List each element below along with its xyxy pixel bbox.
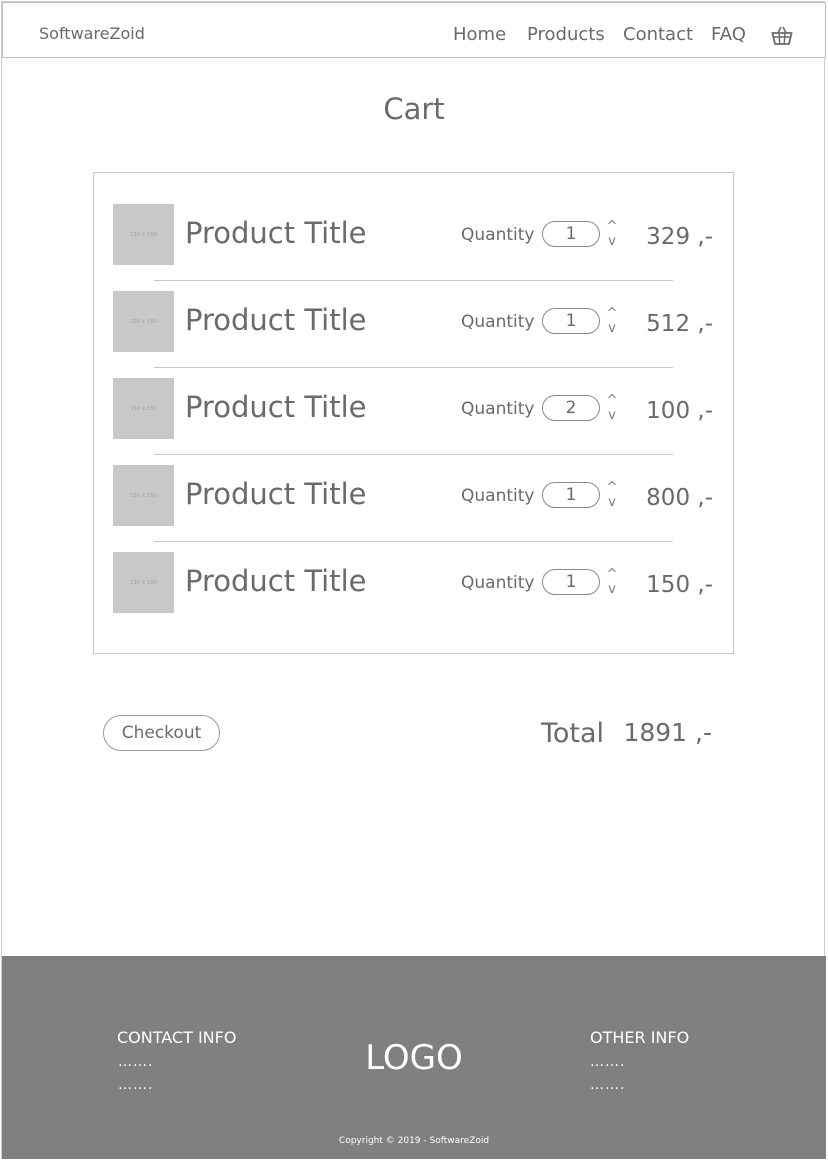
- decrease-quantity-icon[interactable]: v: [606, 322, 618, 335]
- product-image-placeholder: 150 × 150: [113, 378, 174, 439]
- copyright: Copyright © 2019 - SoftwareZoid: [338, 1136, 490, 1146]
- quantity-label: Quantity: [461, 573, 535, 593]
- total-label: Total: [541, 718, 605, 749]
- item-price: 150 ,-: [646, 572, 713, 598]
- other-info-line: …….: [590, 1077, 626, 1093]
- increase-quantity-icon[interactable]: ^: [606, 394, 618, 407]
- row-divider: [154, 367, 673, 368]
- quantity-input[interactable]: [542, 569, 600, 595]
- cart-item: 150 × 150 Product Title Quantity ^ v 100…: [94, 378, 735, 440]
- item-price: 100 ,-: [646, 398, 713, 424]
- total-value: 1891 ,-: [623, 718, 712, 747]
- brand-name[interactable]: SoftwareZoid: [39, 24, 145, 43]
- cart-item: 150 × 150 Product Title Quantity ^ v 150…: [94, 552, 735, 614]
- product-image-placeholder: 150 × 150: [113, 465, 174, 526]
- top-navigation-bar: SoftwareZoid Home Products Contact FAQ: [2, 2, 826, 58]
- decrease-quantity-icon[interactable]: v: [606, 409, 618, 422]
- quantity-stepper: ^ v: [606, 307, 618, 338]
- product-title[interactable]: Product Title: [185, 390, 366, 424]
- increase-quantity-icon[interactable]: ^: [606, 568, 618, 581]
- quantity-input[interactable]: [542, 221, 600, 247]
- quantity-stepper: ^ v: [606, 481, 618, 512]
- product-title[interactable]: Product Title: [185, 564, 366, 598]
- quantity-label: Quantity: [461, 399, 535, 419]
- row-divider: [154, 280, 673, 281]
- other-info-heading: OTHER INFO: [590, 1028, 690, 1047]
- footer-logo: LOGO: [365, 1038, 463, 1078]
- row-divider: [154, 541, 673, 542]
- nav-faq[interactable]: FAQ: [711, 24, 746, 45]
- decrease-quantity-icon[interactable]: v: [606, 235, 618, 248]
- increase-quantity-icon[interactable]: ^: [606, 220, 618, 233]
- quantity-label: Quantity: [461, 312, 535, 332]
- increase-quantity-icon[interactable]: ^: [606, 307, 618, 320]
- quantity-label: Quantity: [461, 225, 535, 245]
- decrease-quantity-icon[interactable]: v: [606, 583, 618, 596]
- cart-item: 150 × 150 Product Title Quantity ^ v 512…: [94, 291, 735, 353]
- increase-quantity-icon[interactable]: ^: [606, 481, 618, 494]
- product-title[interactable]: Product Title: [185, 303, 366, 337]
- page-title: Cart: [383, 92, 445, 126]
- footer: CONTACT INFO ……. ……. LOGO OTHER INFO …….…: [2, 956, 826, 1159]
- row-divider: [154, 454, 673, 455]
- product-title[interactable]: Product Title: [185, 477, 366, 511]
- cart-item: 150 × 150 Product Title Quantity ^ v 800…: [94, 465, 735, 527]
- quantity-stepper: ^ v: [606, 394, 618, 425]
- item-price: 800 ,-: [646, 485, 713, 511]
- decrease-quantity-icon[interactable]: v: [606, 496, 618, 509]
- nav-products[interactable]: Products: [527, 24, 605, 45]
- quantity-input[interactable]: [542, 395, 600, 421]
- product-image-placeholder: 150 × 150: [113, 204, 174, 265]
- quantity-label: Quantity: [461, 486, 535, 506]
- basket-icon[interactable]: [771, 26, 793, 46]
- product-image-placeholder: 150 × 150: [113, 291, 174, 352]
- product-image-placeholder: 150 × 150: [113, 552, 174, 613]
- nav-contact[interactable]: Contact: [623, 24, 693, 45]
- quantity-input[interactable]: [542, 308, 600, 334]
- product-title[interactable]: Product Title: [185, 216, 366, 250]
- other-info-line: …….: [590, 1054, 626, 1070]
- cart-list: 150 × 150 Product Title Quantity ^ v 329…: [93, 172, 734, 654]
- contact-info-line: …….: [118, 1077, 154, 1093]
- checkout-button[interactable]: Checkout: [103, 715, 220, 751]
- quantity-stepper: ^ v: [606, 568, 618, 599]
- cart-item: 150 × 150 Product Title Quantity ^ v 329…: [94, 204, 735, 266]
- quantity-input[interactable]: [542, 482, 600, 508]
- item-price: 512 ,-: [646, 311, 713, 337]
- nav-home[interactable]: Home: [453, 24, 506, 45]
- quantity-stepper: ^ v: [606, 220, 618, 251]
- item-price: 329 ,-: [646, 224, 713, 250]
